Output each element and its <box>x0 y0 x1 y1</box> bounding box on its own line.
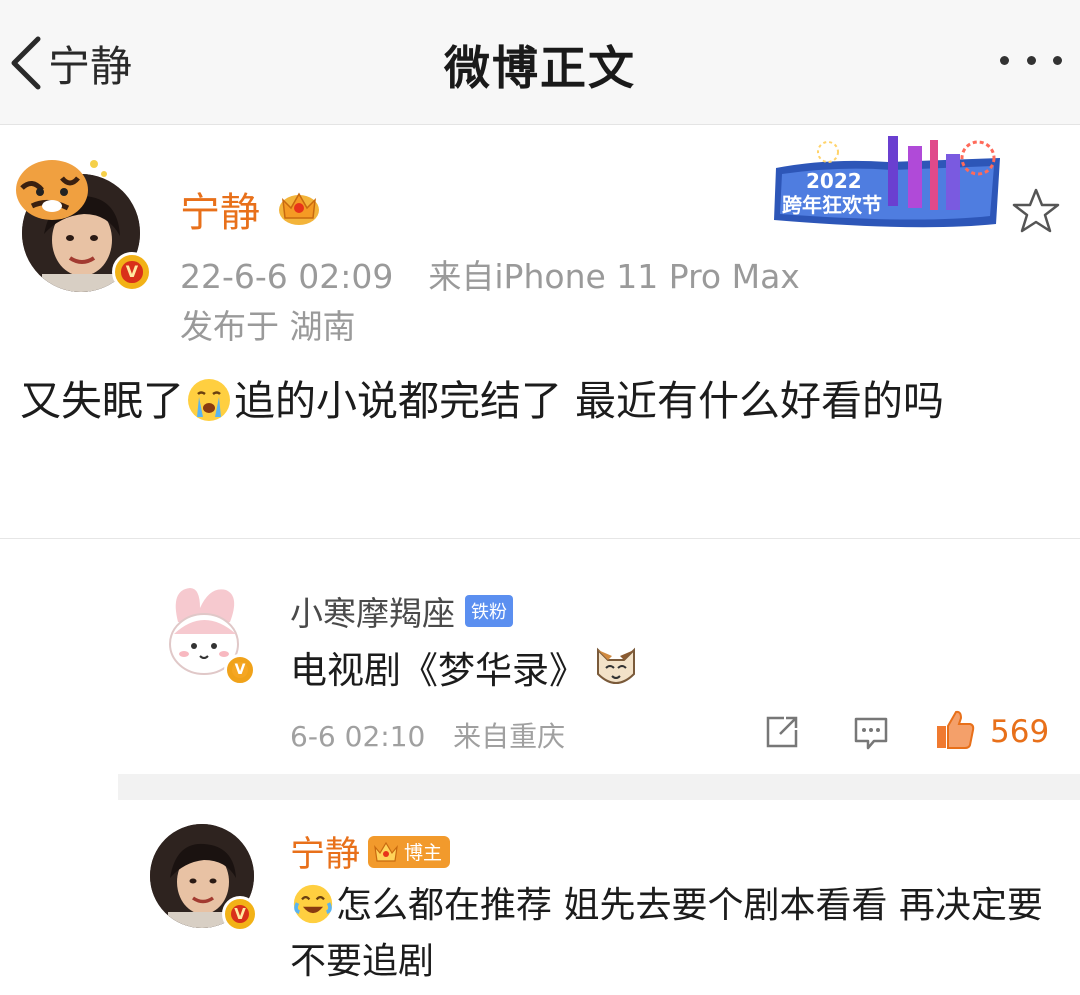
crying-emoji-icon <box>188 379 230 421</box>
comment-username[interactable]: 小寒摩羯座 <box>290 587 455 635</box>
laughing-emoji-icon <box>293 884 333 924</box>
post-text-part1: 又失眠了 <box>20 377 184 425</box>
comment-avatar[interactable]: V <box>160 582 260 686</box>
share-icon[interactable] <box>762 712 802 752</box>
tiger-decoration-icon <box>16 160 107 220</box>
crown-icon <box>279 192 319 225</box>
verified-badge: V <box>224 654 256 686</box>
post-avatar[interactable]: V <box>12 148 162 293</box>
like-icon[interactable] <box>934 708 976 752</box>
comment-text: 电视剧《梦华录》 <box>290 640 640 694</box>
page-title: 微博正文 <box>444 41 636 95</box>
comment-actions: 569 <box>762 708 1062 758</box>
event-banner[interactable]: 2022 跨年狂欢节 <box>768 128 1008 233</box>
blogger-badge: 博主 <box>368 835 451 868</box>
crown-icon <box>374 841 398 862</box>
post-text-part2: 追的小说都完结了 最近有什么好看的吗 <box>234 377 945 425</box>
divider <box>0 538 1080 539</box>
comment-header: 宁静 博主 <box>290 826 451 877</box>
comment-avatar[interactable]: V <box>150 824 260 932</box>
post-source: 来自iPhone 11 Pro Max <box>428 257 800 296</box>
post-body: 又失眠了 追的小说都完结了 最近有什么好看的吗 <box>20 370 1050 432</box>
comment-text: 怎么都在推荐 姐先去要个剧本看看 再决定要不要追剧 <box>290 878 1070 990</box>
comment-source: 来自重庆 <box>453 720 566 753</box>
verified-badge: V <box>222 896 258 932</box>
post-meta: 22-6-6 02:09 来自iPhone 11 Pro Max <box>180 250 800 298</box>
post-username[interactable]: 宁静 <box>180 180 260 238</box>
verified-badge: V <box>112 252 152 292</box>
post-timestamp: 22-6-6 02:09 <box>180 257 394 296</box>
comment-text-content: 电视剧《梦华录》 <box>290 649 586 692</box>
comment-username[interactable]: 宁静 <box>290 826 360 877</box>
more-dots-icon[interactable] <box>996 40 1066 80</box>
event-banner-year: 2022 <box>806 169 862 193</box>
fan-badge: 铁粉 <box>465 595 513 627</box>
blogger-badge-label: 博主 <box>404 842 443 864</box>
comment-meta: 6-6 02:10 来自重庆 <box>290 715 565 755</box>
cat-emoji-icon <box>597 647 635 684</box>
comment-text-content: 怎么都在推荐 姐先去要个剧本看看 再决定要不要追剧 <box>290 885 1043 982</box>
top-navbar: 宁静 微博正文 <box>0 0 1080 125</box>
like-count: 569 <box>990 714 1050 750</box>
comment-icon[interactable] <box>852 714 890 752</box>
event-banner-label: 跨年狂欢节 <box>782 193 882 217</box>
comment-time: 6-6 02:10 <box>290 720 426 753</box>
comment-header: 小寒摩羯座 铁粉 <box>290 587 513 635</box>
comment-separator <box>118 774 1080 800</box>
post-location: 发布于 湖南 <box>180 307 356 346</box>
star-icon[interactable] <box>1010 186 1062 236</box>
